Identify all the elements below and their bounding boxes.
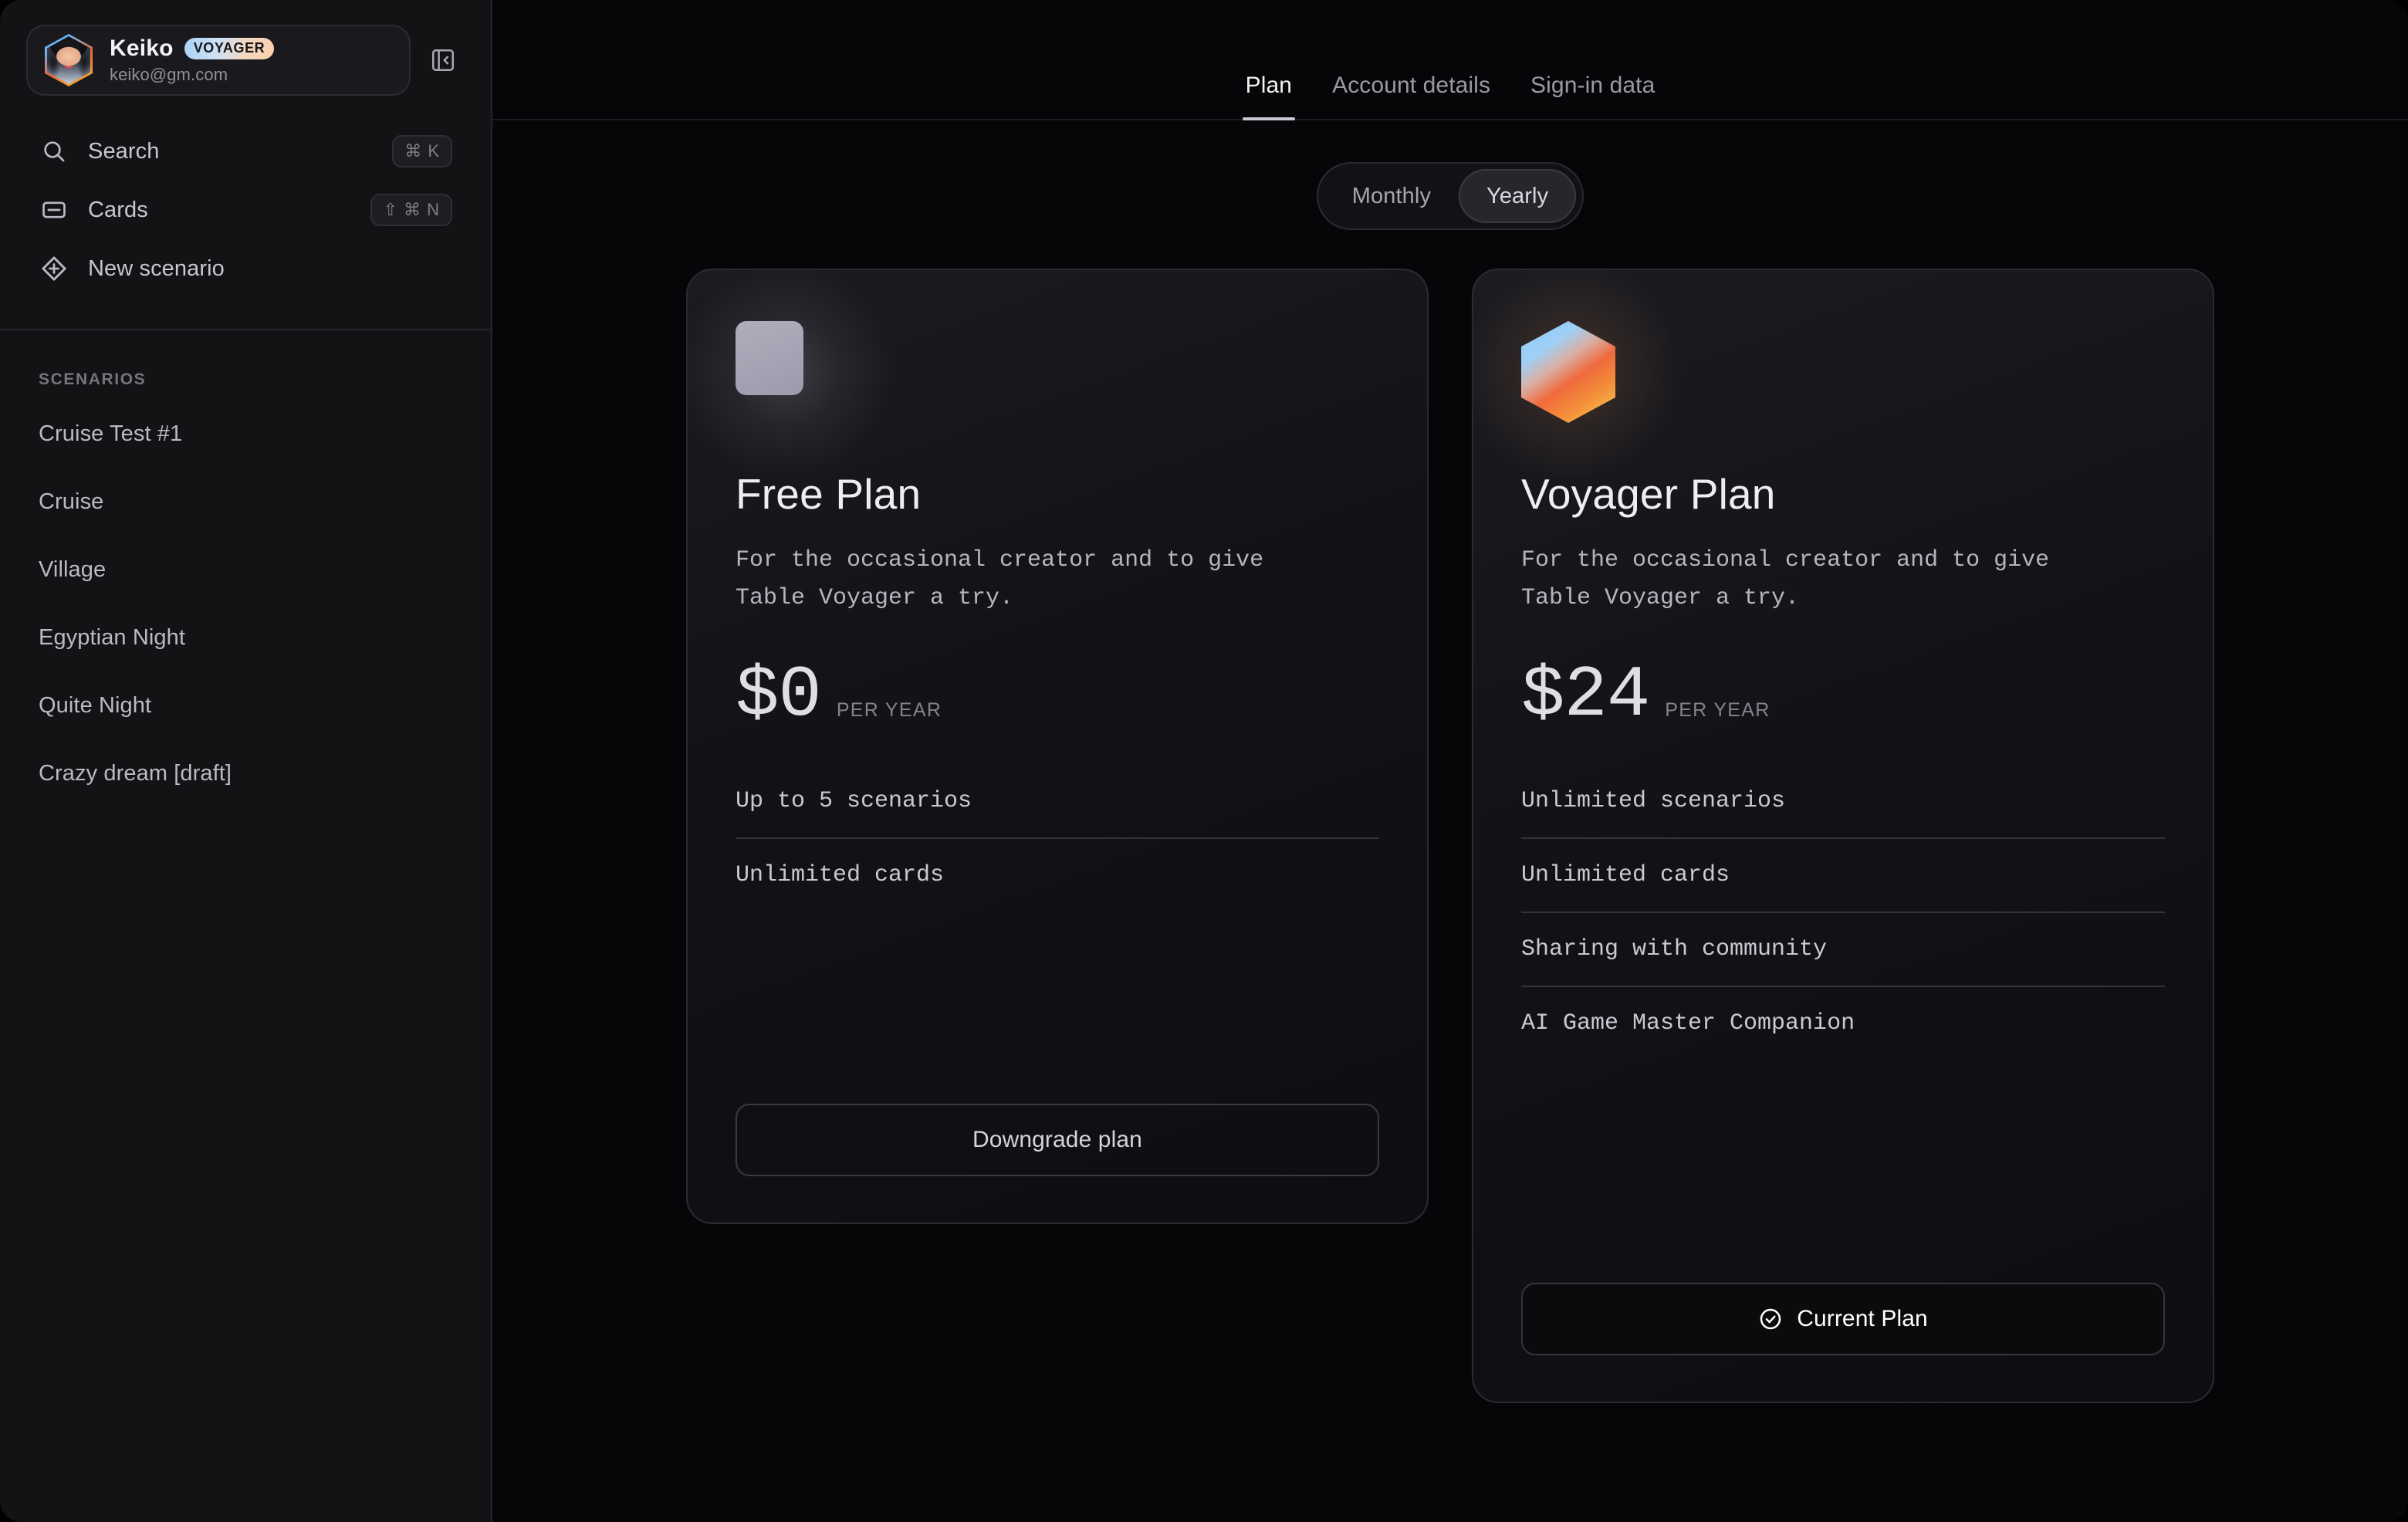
sidebar-item-label: Search (88, 138, 160, 164)
billing-period-toggle[interactable]: Monthly Yearly (1316, 162, 1584, 230)
tab-plan[interactable]: Plan (1226, 73, 1312, 120)
current-plan-button[interactable]: Current Plan (1521, 1283, 2165, 1355)
user-name: Keiko (110, 36, 174, 61)
list-item[interactable]: Egyptian Night (26, 604, 465, 671)
button-label: Downgrade plan (972, 1127, 1142, 1152)
list-item[interactable]: Cruise (26, 468, 465, 536)
plan-price-row: $0 PER YEAR (736, 660, 1379, 732)
sidebar-item-cards[interactable]: Cards ⇧ ⌘ N (26, 181, 465, 239)
list-item: Unlimited cards (736, 837, 1379, 912)
free-plan-square-icon (736, 321, 803, 395)
list-item[interactable]: Quite Night (26, 671, 465, 739)
tabs: Plan Account details Sign-in data (1226, 73, 1676, 120)
top-tab-bar: Plan Account details Sign-in data (492, 0, 2408, 120)
avatar (45, 34, 93, 86)
tab-sign-in-data[interactable]: Sign-in data (1510, 73, 1675, 119)
list-item: Unlimited cards (1521, 837, 2165, 912)
plan-cards: Free Plan For the occasional creator and… (686, 269, 2214, 1403)
plan-description: For the occasional creator and to give T… (1521, 547, 2050, 611)
list-item[interactable]: Cruise Test #1 (26, 400, 465, 468)
plan-price: $24 (1521, 655, 1650, 738)
sidebar-nav: Search ⌘ K Cards ⇧ ⌘ N New scenario (0, 96, 491, 298)
user-email: keiko@gm.com (110, 65, 228, 84)
search-icon (39, 136, 69, 167)
voyager-plan-icon-wrap (1473, 270, 1687, 487)
button-label: Current Plan (1797, 1306, 1928, 1331)
voyager-badge: VOYAGER (184, 38, 275, 59)
card-icon (39, 194, 69, 225)
plan-card-free: Free Plan For the occasional creator and… (686, 269, 1429, 1224)
plan-price-row: $24 PER YEAR (1521, 660, 2165, 732)
list-item: Up to 5 scenarios (736, 788, 972, 815)
free-plan-icon-wrap (688, 270, 901, 487)
main-content: Plan Account details Sign-in data Monthl… (492, 0, 2408, 1522)
list-item[interactable]: Village (26, 536, 465, 604)
sidebar: Keiko VOYAGER keiko@gm.com Search ⌘ K Ca… (0, 0, 492, 1522)
list-item: Sharing with community (1521, 912, 2165, 986)
sidebar-item-label: New scenario (88, 255, 225, 281)
downgrade-plan-button[interactable]: Downgrade plan (736, 1104, 1379, 1176)
app-window: Keiko VOYAGER keiko@gm.com Search ⌘ K Ca… (0, 0, 2408, 1522)
list-item: Unlimited scenarios (1521, 788, 1786, 815)
list-item: AI Game Master Companion (1521, 986, 2165, 1060)
sidebar-item-new-scenario[interactable]: New scenario (26, 239, 465, 298)
sidebar-header: Keiko VOYAGER keiko@gm.com (0, 0, 491, 96)
user-profile-card[interactable]: Keiko VOYAGER keiko@gm.com (26, 25, 411, 96)
plan-feature-list: Up to 5 scenarios Unlimited cards (736, 788, 1379, 912)
diamond-plus-icon (39, 253, 69, 284)
sidebar-item-search[interactable]: Search ⌘ K (26, 122, 465, 181)
voyager-plan-hexagon-icon (1521, 321, 1615, 423)
scenarios-section-label: SCENARIOS (39, 370, 147, 388)
plan-description: For the occasional creator and to give T… (736, 547, 1264, 611)
plan-feature-list: Unlimited scenarios Unlimited cards Shar… (1521, 788, 2165, 1060)
page-title: Free Plan (736, 470, 922, 518)
check-circle-icon (1758, 1307, 1783, 1331)
search-shortcut-badge: ⌘ K (392, 135, 452, 167)
billing-yearly-option[interactable]: Yearly (1459, 169, 1577, 223)
page-title: Voyager Plan (1521, 470, 1776, 518)
sidebar-item-label: Cards (88, 197, 148, 222)
plan-page: Monthly Yearly Free Plan For the occasio… (492, 120, 2408, 1522)
scenario-list: Cruise Test #1 Cruise Village Egyptian N… (0, 389, 491, 807)
plan-price-period: PER YEAR (1665, 699, 1770, 722)
list-item[interactable]: Crazy dream [draft] (26, 739, 465, 807)
tab-account-details[interactable]: Account details (1312, 73, 1510, 119)
cards-shortcut-badge: ⇧ ⌘ N (370, 194, 452, 226)
plan-price: $0 (736, 655, 822, 738)
plan-price-period: PER YEAR (836, 699, 942, 722)
plan-card-voyager: Voyager Plan For the occasional creator … (1472, 269, 2214, 1403)
panel-collapse-left-icon[interactable] (421, 39, 465, 82)
billing-monthly-option[interactable]: Monthly (1324, 169, 1459, 223)
